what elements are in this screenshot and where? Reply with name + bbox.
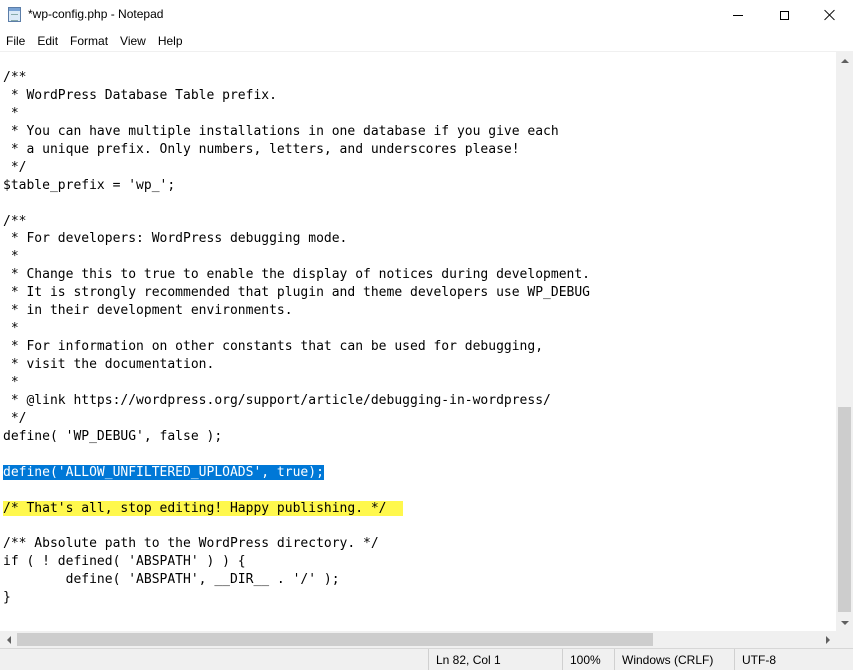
code-line: $table_prefix = 'wp_'; bbox=[3, 177, 590, 195]
code-line: * For developers: WordPress debugging mo… bbox=[3, 230, 590, 248]
horizontal-scrollbar[interactable] bbox=[0, 631, 836, 648]
code-text: * a unique prefix. Only numbers, letters… bbox=[3, 141, 520, 157]
status-zoom: 100% bbox=[562, 649, 614, 670]
code-line: * Change this to true to enable the disp… bbox=[3, 266, 590, 284]
code-text: * bbox=[3, 249, 19, 265]
menu-bar: File Edit Format View Help bbox=[0, 30, 853, 50]
arrow-down-icon bbox=[840, 620, 849, 625]
horizontal-scroll-thumb[interactable] bbox=[17, 633, 653, 646]
close-button[interactable] bbox=[807, 0, 853, 30]
title-bar[interactable]: *wp-config.php - Notepad bbox=[0, 0, 853, 30]
maximize-icon bbox=[779, 10, 789, 20]
code-line: * a unique prefix. Only numbers, letters… bbox=[3, 141, 590, 159]
menu-edit[interactable]: Edit bbox=[31, 30, 64, 50]
status-line-ending: Windows (CRLF) bbox=[614, 649, 734, 670]
scroll-down-button[interactable] bbox=[836, 614, 853, 631]
code-text: * For developers: WordPress debugging mo… bbox=[3, 231, 348, 247]
notepad-icon bbox=[8, 7, 21, 22]
menu-view[interactable]: View bbox=[114, 30, 152, 50]
code-text: * You can have multiple installations in… bbox=[3, 123, 559, 139]
code-text: if ( ! defined( 'ABSPATH' ) ) { bbox=[3, 554, 246, 570]
scroll-left-button[interactable] bbox=[0, 631, 17, 648]
code-line: * bbox=[3, 320, 590, 338]
code-line: * It is strongly recommended that plugin… bbox=[3, 284, 590, 302]
scrollbar-corner bbox=[836, 631, 853, 648]
code-text: define( 'WP_DEBUG', false ); bbox=[3, 428, 223, 444]
selected-text: define('ALLOW_UNFILTERED_UPLOADS', true)… bbox=[3, 464, 324, 480]
status-encoding: UTF-8 bbox=[734, 649, 853, 670]
scroll-up-button[interactable] bbox=[836, 52, 853, 69]
code-line: define( 'ABSPATH', __DIR__ . '/' ); bbox=[3, 571, 590, 589]
arrow-left-icon bbox=[6, 635, 11, 644]
code-line: * visit the documentation. bbox=[3, 356, 590, 374]
highlighted-text: /* That's all, stop editing! Happy publi… bbox=[3, 500, 403, 516]
code-text: /** Absolute path to the WordPress direc… bbox=[3, 536, 379, 552]
code-line: * @link https://wordpress.org/support/ar… bbox=[3, 392, 590, 410]
code-line: * For information on other constants tha… bbox=[3, 338, 590, 356]
status-bar: Ln 82, Col 1 100% Windows (CRLF) UTF-8 bbox=[0, 648, 853, 670]
minimize-button[interactable] bbox=[715, 0, 761, 30]
code-text: } bbox=[3, 590, 11, 606]
code-text: * bbox=[3, 374, 19, 390]
close-icon bbox=[824, 9, 836, 21]
maximize-button[interactable] bbox=[761, 0, 807, 30]
code-line: if ( ! defined( 'ABSPATH' ) ) { bbox=[3, 553, 590, 571]
code-text: /** bbox=[3, 70, 27, 85]
code-text: * For information on other constants tha… bbox=[3, 339, 544, 355]
code-line: */ bbox=[3, 410, 590, 428]
code-line: /** bbox=[3, 69, 590, 87]
code-text: * @link https://wordpress.org/support/ar… bbox=[3, 392, 551, 408]
code-text: /** bbox=[3, 213, 27, 229]
code-line: * bbox=[3, 374, 590, 392]
code-text: * WordPress Database Table prefix. bbox=[3, 87, 277, 103]
vertical-scroll-thumb[interactable] bbox=[838, 407, 851, 612]
status-cursor-position: Ln 82, Col 1 bbox=[428, 649, 562, 670]
code-line: * bbox=[3, 248, 590, 266]
code-line: /* That's all, stop editing! Happy publi… bbox=[3, 500, 590, 518]
code-line: } bbox=[3, 589, 590, 607]
code-text: * visit the documentation. bbox=[3, 357, 215, 372]
code-text: $table_prefix = 'wp_'; bbox=[3, 177, 176, 193]
text-editor[interactable]: /** * WordPress Database Table prefix. *… bbox=[0, 52, 836, 631]
code-text: * Change this to true to enable the disp… bbox=[3, 267, 590, 283]
editor-content[interactable]: /** * WordPress Database Table prefix. *… bbox=[3, 69, 590, 625]
menu-help[interactable]: Help bbox=[152, 30, 189, 50]
code-line: * You can have multiple installations in… bbox=[3, 123, 590, 141]
arrow-right-icon bbox=[825, 635, 830, 644]
code-text: * bbox=[3, 321, 19, 337]
code-text: * in their development environments. bbox=[3, 303, 293, 319]
code-text: define( 'ABSPATH', __DIR__ . '/' ); bbox=[3, 572, 340, 588]
code-line: define('ALLOW_UNFILTERED_UPLOADS', true)… bbox=[3, 464, 590, 482]
code-line: /** bbox=[3, 213, 590, 231]
minimize-icon bbox=[733, 14, 743, 16]
code-text: */ bbox=[3, 410, 27, 426]
code-line: * WordPress Database Table prefix. bbox=[3, 87, 590, 105]
code-line: */ bbox=[3, 159, 590, 177]
vertical-scrollbar[interactable] bbox=[836, 52, 853, 631]
code-line: /** Absolute path to the WordPress direc… bbox=[3, 535, 590, 553]
arrow-up-icon bbox=[840, 58, 849, 63]
code-text: */ bbox=[3, 159, 27, 175]
code-text: * It is strongly recommended that plugin… bbox=[3, 285, 590, 301]
code-line: * in their development environments. bbox=[3, 302, 590, 320]
menu-file[interactable]: File bbox=[0, 30, 31, 50]
window-title: *wp-config.php - Notepad bbox=[28, 7, 164, 21]
code-line: * bbox=[3, 105, 590, 123]
code-text: * bbox=[3, 105, 19, 121]
scroll-right-button[interactable] bbox=[819, 631, 836, 648]
code-line: define( 'WP_DEBUG', false ); bbox=[3, 428, 590, 446]
menu-format[interactable]: Format bbox=[64, 30, 114, 50]
